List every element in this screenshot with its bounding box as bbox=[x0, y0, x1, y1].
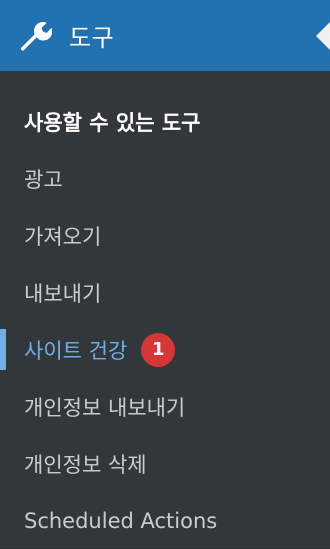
submenu-item-export[interactable]: 내보내기 bbox=[0, 264, 330, 321]
tools-menu-header[interactable]: 도구 bbox=[0, 0, 330, 71]
submenu-item-ads[interactable]: 광고 bbox=[0, 150, 330, 207]
submenu-item-label: 개인정보 삭제 bbox=[24, 452, 147, 477]
submenu-item-label: Scheduled Actions bbox=[24, 508, 218, 533]
submenu-item-export-personal-data[interactable]: 개인정보 내보내기 bbox=[0, 378, 330, 435]
submenu-item-label: 사용할 수 있는 도구 bbox=[24, 110, 201, 135]
submenu-item-available-tools[interactable]: 사용할 수 있는 도구 bbox=[0, 93, 330, 150]
notification-badge: 1 bbox=[141, 332, 176, 367]
tools-submenu: 사용할 수 있는 도구 광고 가져오기 내보내기 사이트 건강 1 개인정보 내… bbox=[0, 71, 330, 548]
submenu-item-label: 사이트 건강 bbox=[24, 338, 128, 363]
submenu-item-erase-personal-data[interactable]: 개인정보 삭제 bbox=[0, 435, 330, 492]
submenu-item-label: 가져오기 bbox=[24, 224, 102, 249]
submenu-item-site-health[interactable]: 사이트 건강 1 bbox=[0, 321, 330, 378]
current-menu-arrow bbox=[316, 22, 330, 50]
menu-title: 도구 bbox=[69, 24, 115, 52]
submenu-item-label: 개인정보 내보내기 bbox=[24, 395, 186, 420]
submenu-item-label: 내보내기 bbox=[24, 281, 102, 306]
submenu-item-scheduled-actions[interactable]: Scheduled Actions bbox=[0, 492, 330, 549]
wrench-icon bbox=[17, 18, 53, 54]
submenu-item-label: 광고 bbox=[24, 167, 63, 192]
submenu-item-import[interactable]: 가져오기 bbox=[0, 207, 330, 264]
